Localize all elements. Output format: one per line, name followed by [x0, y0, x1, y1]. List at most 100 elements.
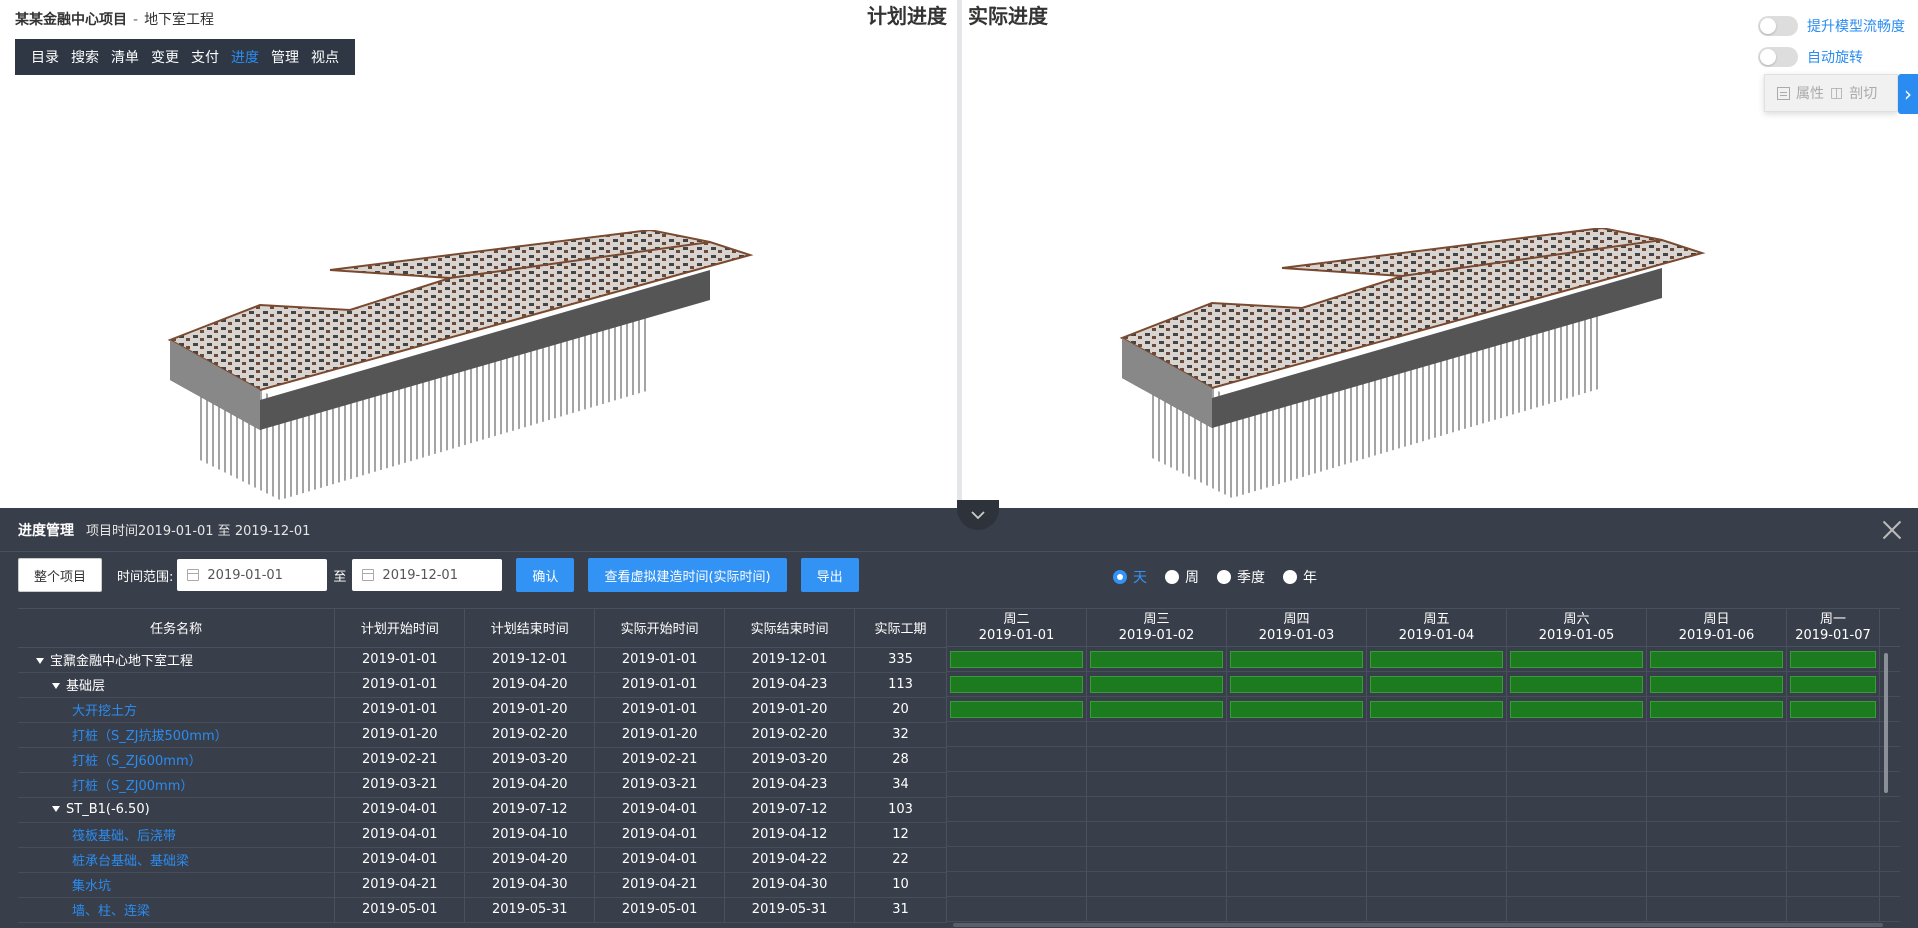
table-row[interactable]: 墙、柱、连梁 2019-05-01 2019-05-31 2019-05-01 2019… [18, 897, 947, 923]
gantt-bar[interactable] [1510, 651, 1643, 668]
table-row[interactable]: 筏板基础、后浇带 2019-04-01 2019-04-10 2019-04-01 20… [18, 822, 947, 848]
task-name[interactable]: 打桩（S_ZJ抗拔500mm） [72, 729, 228, 744]
cell-as: 2019-02-21 [594, 747, 726, 773]
gantt-cell [1787, 647, 1880, 671]
gantt-bar[interactable] [950, 676, 1083, 693]
scale-label-3: 年 [1303, 570, 1317, 586]
column-header-5[interactable]: 实际工期 [854, 609, 947, 648]
gantt-horizontal-scrollbar[interactable] [953, 923, 1883, 927]
table-row[interactable]: ST_B1(-6.50) 2019-04-01 2019-07-12 2019-04-… [18, 797, 947, 823]
task-name-cell[interactable]: 集水坑 [18, 872, 336, 898]
plan-viewer[interactable]: 某某金融中心项目 - 地下室工程 目录 搜索 清单 变更 支付 进度 管理 视点 计划进度 [0, 0, 957, 508]
expand-panel-button[interactable]: › [1898, 74, 1918, 114]
toolbar-item-2[interactable]: 清单 [105, 47, 145, 67]
table-row[interactable]: 打桩（S_ZJ00mm） 2019-03-21 2019-04-20 2019-03-… [18, 772, 947, 798]
toolbar-item-6[interactable]: 管理 [265, 47, 305, 67]
task-name[interactable]: 打桩（S_ZJ600mm） [72, 754, 202, 769]
actual-viewer[interactable]: 实际进度 提升模型流畅度 自动旋转 属性 ◫ 剖切 › [962, 0, 1918, 508]
export-button[interactable]: 导出 [800, 558, 859, 592]
gantt-bar[interactable] [1370, 676, 1503, 693]
toggle-switch-0[interactable] [1758, 16, 1798, 36]
toggle-label-0[interactable]: 提升模型流畅度 [1807, 16, 1905, 36]
gantt-bar[interactable] [1370, 701, 1503, 718]
task-name: ST_B1(-6.50) [66, 802, 150, 817]
end-date-input[interactable]: 2019-12-01 [352, 559, 503, 591]
confirm-button[interactable]: 确认 [516, 558, 575, 592]
whole-project-button[interactable]: 整个项目 [18, 558, 103, 592]
project-name: 某某金融中心项目 [15, 12, 127, 28]
column-header-2[interactable]: 计划结束时间 [464, 609, 596, 648]
scale-radio-3[interactable]: 年 [1283, 567, 1317, 587]
scale-radio-2[interactable]: 季度 [1217, 567, 1265, 587]
gantt-date: 2019-01-05 [1538, 628, 1615, 643]
column-header-3[interactable]: 实际开始时间 [594, 609, 726, 648]
table-row[interactable]: 桩承台基础、基础梁 2019-04-01 2019-04-20 2019-04-01 2… [18, 847, 947, 873]
building-model-plan[interactable] [150, 230, 800, 508]
gantt-bar[interactable] [1090, 676, 1223, 693]
gantt-bar[interactable] [950, 701, 1083, 718]
task-name[interactable]: 集水坑 [72, 879, 111, 894]
task-name[interactable]: 大开挖土方 [72, 704, 137, 719]
gantt-bar[interactable] [1090, 651, 1223, 668]
gantt-bar[interactable] [1650, 701, 1783, 718]
gantt-bar[interactable] [1790, 676, 1876, 693]
caret-down-icon[interactable] [52, 806, 60, 812]
table-row[interactable]: 打桩（S_ZJ600mm） 2019-02-21 2019-03-20 2019-02… [18, 747, 947, 773]
gantt-bar[interactable] [1790, 651, 1876, 668]
table-row[interactable]: 打桩（S_ZJ抗拔500mm） 2019-01-20 2019-02-20 2019-… [18, 722, 947, 748]
column-header-4[interactable]: 实际结束时间 [724, 609, 856, 648]
table-row[interactable]: 集水坑 2019-04-21 2019-04-30 2019-04-21 2019-04… [18, 872, 947, 898]
toolbar-item-3[interactable]: 变更 [145, 47, 185, 67]
gantt-bar[interactable] [1510, 701, 1643, 718]
toggle-label-1[interactable]: 自动旋转 [1807, 47, 1863, 67]
task-name-cell[interactable]: 筏板基础、后浇带 [18, 822, 336, 848]
gantt-day-header-3: 周五 2019-01-04 [1367, 609, 1507, 646]
gantt-bar[interactable] [1650, 676, 1783, 693]
toolbar-item-5[interactable]: 进度 [225, 47, 265, 67]
gantt-bar[interactable] [1230, 701, 1363, 718]
property-label[interactable]: 属性 [1796, 83, 1824, 103]
view-virtual-build-button[interactable]: 查看虚拟建造时间(实际时间) [588, 558, 787, 592]
toolbar-item-0[interactable]: 目录 [25, 47, 65, 67]
cell-as: 2019-01-20 [594, 722, 726, 748]
scale-radio-1[interactable]: 周 [1165, 567, 1199, 587]
gantt-bar[interactable] [1090, 701, 1223, 718]
task-name[interactable]: 墙、柱、连梁 [72, 904, 150, 919]
caret-down-icon[interactable] [52, 683, 60, 689]
task-name-cell[interactable]: 桩承台基础、基础梁 [18, 847, 336, 873]
gantt-bar[interactable] [1370, 651, 1503, 668]
toggle-switch-1[interactable] [1758, 47, 1798, 67]
close-icon[interactable] [1882, 520, 1902, 540]
building-model-actual[interactable] [1097, 228, 1757, 508]
gantt-vertical-scrollbar[interactable] [1884, 653, 1888, 793]
table-row[interactable]: 基础层 2019-01-01 2019-04-20 2019-01-01 2019-04… [18, 672, 947, 698]
task-name-cell[interactable]: 大开挖土方 [18, 697, 336, 723]
gantt-bar[interactable] [1790, 701, 1876, 718]
gantt-bar[interactable] [1510, 676, 1643, 693]
table-row[interactable]: 宝鼐金融中心地下室工程 2019-01-01 2019-12-01 2019-01-0… [18, 647, 947, 673]
task-name[interactable]: 桩承台基础、基础梁 [72, 854, 189, 869]
gantt-bar[interactable] [1230, 676, 1363, 693]
caret-down-icon[interactable] [36, 658, 44, 664]
property-panel-tab[interactable]: 属性 ◫ 剖切 [1764, 74, 1898, 112]
toolbar-item-7[interactable]: 视点 [305, 47, 345, 67]
column-header-0[interactable]: 任务名称 [18, 609, 336, 648]
table-row[interactable]: 大开挖土方 2019-01-01 2019-01-20 2019-01-01 2019-… [18, 697, 947, 723]
task-name[interactable]: 筏板基础、后浇带 [72, 829, 176, 844]
task-name[interactable]: 打桩（S_ZJ00mm） [72, 779, 193, 794]
gantt-bar[interactable] [1230, 651, 1363, 668]
task-name-cell[interactable]: 墙、柱、连梁 [18, 897, 336, 923]
start-date-input[interactable]: 2019-01-01 [177, 559, 328, 591]
column-header-1[interactable]: 计划开始时间 [334, 609, 466, 648]
task-name-cell[interactable]: 打桩（S_ZJ600mm） [18, 747, 336, 773]
gantt-bar[interactable] [950, 651, 1083, 668]
toolbar-item-4[interactable]: 支付 [185, 47, 225, 67]
gantt-bar[interactable] [1650, 651, 1783, 668]
cell-as: 2019-04-01 [594, 847, 726, 873]
toolbar-item-1[interactable]: 搜索 [65, 47, 105, 67]
task-name-cell[interactable]: 打桩（S_ZJ抗拔500mm） [18, 722, 336, 748]
scale-radio-0[interactable]: 天 [1113, 567, 1147, 587]
task-name-cell[interactable]: 打桩（S_ZJ00mm） [18, 772, 336, 798]
section-cut-label[interactable]: 剖切 [1849, 83, 1877, 103]
cell-ae: 2019-12-01 [724, 647, 856, 673]
